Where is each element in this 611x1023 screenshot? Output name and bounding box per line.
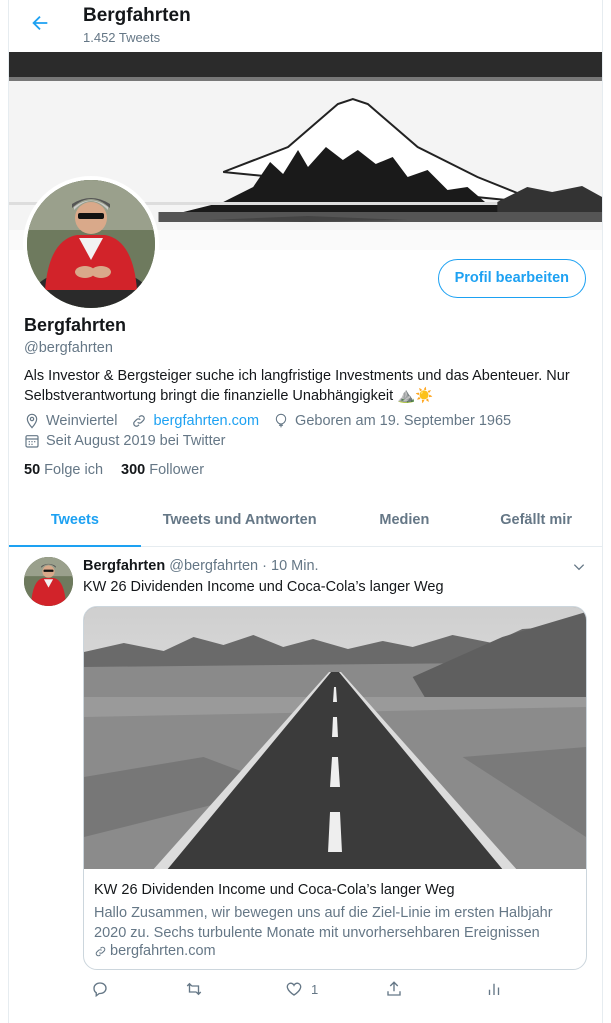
tweet[interactable]: Bergfahrten @bergfahrten · 10 Min. KW 26… xyxy=(9,548,602,1023)
profile-name: Bergfahrten xyxy=(24,315,127,335)
card-domain: bergfahrten.com xyxy=(94,943,216,959)
birthday-item: Geboren am 19. September 1965 xyxy=(273,413,511,429)
website-link[interactable]: bergfahrten.com xyxy=(153,413,259,429)
tweet-avatar[interactable] xyxy=(24,557,73,606)
bio-text: Als Investor & Bergsteiger suche ich lan… xyxy=(24,368,570,404)
profile-avatar[interactable] xyxy=(23,176,159,312)
tab-likes[interactable]: Gefällt mir xyxy=(470,495,602,546)
calendar-icon xyxy=(25,435,39,448)
arrow-left-icon[interactable] xyxy=(29,12,51,34)
profile-tabs: Tweets Tweets und Antworten Medien Gefäl… xyxy=(9,495,602,547)
card-description: Hallo Zusammen, wir bewegen uns auf die … xyxy=(94,905,553,941)
like-count: 1 xyxy=(311,981,319,997)
location-item: Weinviertel xyxy=(24,413,117,429)
retweet-icon xyxy=(186,982,202,996)
share-icon xyxy=(387,981,401,996)
follow-stats: 50 Folge ich 300 Follower xyxy=(24,462,204,478)
like-button[interactable]: 1 xyxy=(285,980,318,998)
location-text: Weinviertel xyxy=(46,413,118,429)
card-title: KW 26 Dividenden Income und Coca-Cola’s … xyxy=(94,882,455,898)
following-count: 50 xyxy=(24,462,41,478)
profile-page: Bergfahrten 1.452 Tweets Profil bearbeit… xyxy=(8,0,603,1023)
tweet-time[interactable]: 10 Min. xyxy=(271,558,319,574)
reply-icon xyxy=(93,982,107,998)
card-image xyxy=(84,607,586,869)
website-item: bergfahrten.com xyxy=(131,413,259,429)
tab-media[interactable]: Medien xyxy=(338,495,470,546)
analytics-icon xyxy=(488,983,500,995)
profile-bio: Als Investor & Bergsteiger suche ich lan… xyxy=(24,366,589,406)
profile-meta-row: Weinviertel bergfahrten.com Geboren am 1… xyxy=(24,413,525,429)
bio-emoji: ⛰️☀️ xyxy=(397,388,434,404)
followers-label: Follower xyxy=(149,462,205,478)
joined-text: Seit August 2019 bei Twitter xyxy=(46,433,226,449)
tweet-header: Bergfahrten @bergfahrten · 10 Min. xyxy=(83,558,319,574)
tweet-text: KW 26 Dividenden Income und Coca-Cola’s … xyxy=(83,579,444,595)
edit-profile-button[interactable]: Profil bearbeiten xyxy=(437,259,586,298)
retweet-button[interactable] xyxy=(185,980,211,998)
tweet-count: 1.452 Tweets xyxy=(83,30,161,45)
joined-item: Seit August 2019 bei Twitter xyxy=(24,433,226,449)
reply-button[interactable] xyxy=(91,980,117,998)
chevron-down-icon[interactable] xyxy=(572,560,586,574)
followers-link[interactable]: 300 Follower xyxy=(121,462,204,478)
tweet-author-handle[interactable]: @bergfahrten xyxy=(169,558,258,574)
top-bar: Bergfahrten 1.452 Tweets xyxy=(9,0,602,50)
link-icon xyxy=(133,415,146,427)
followers-count: 300 xyxy=(121,462,146,478)
profile-handle: @bergfahrten xyxy=(24,340,113,356)
page-title: Bergfahrten xyxy=(83,5,191,26)
link-icon xyxy=(95,946,106,956)
following-link[interactable]: 50 Folge ich xyxy=(24,462,103,478)
balloon-icon xyxy=(275,413,287,428)
tab-tweets-and-replies[interactable]: Tweets und Antworten xyxy=(141,495,339,546)
heart-icon xyxy=(286,982,302,996)
following-label: Folge ich xyxy=(44,462,104,478)
tweet-actions: 1 xyxy=(83,980,523,1002)
location-pin-icon xyxy=(26,413,38,429)
tweet-author-name[interactable]: Bergfahrten xyxy=(83,558,165,574)
birthday-text: Geboren am 19. September 1965 xyxy=(295,413,512,429)
share-button[interactable] xyxy=(385,980,403,998)
analytics-button[interactable] xyxy=(485,980,503,998)
card-domain-text: bergfahrten.com xyxy=(110,943,216,959)
joined-row: Seit August 2019 bei Twitter xyxy=(24,433,240,449)
link-card[interactable]: KW 26 Dividenden Income und Coca-Cola’s … xyxy=(83,606,587,970)
tab-tweets[interactable]: Tweets xyxy=(9,495,141,547)
tweet-separator: · xyxy=(262,558,267,574)
